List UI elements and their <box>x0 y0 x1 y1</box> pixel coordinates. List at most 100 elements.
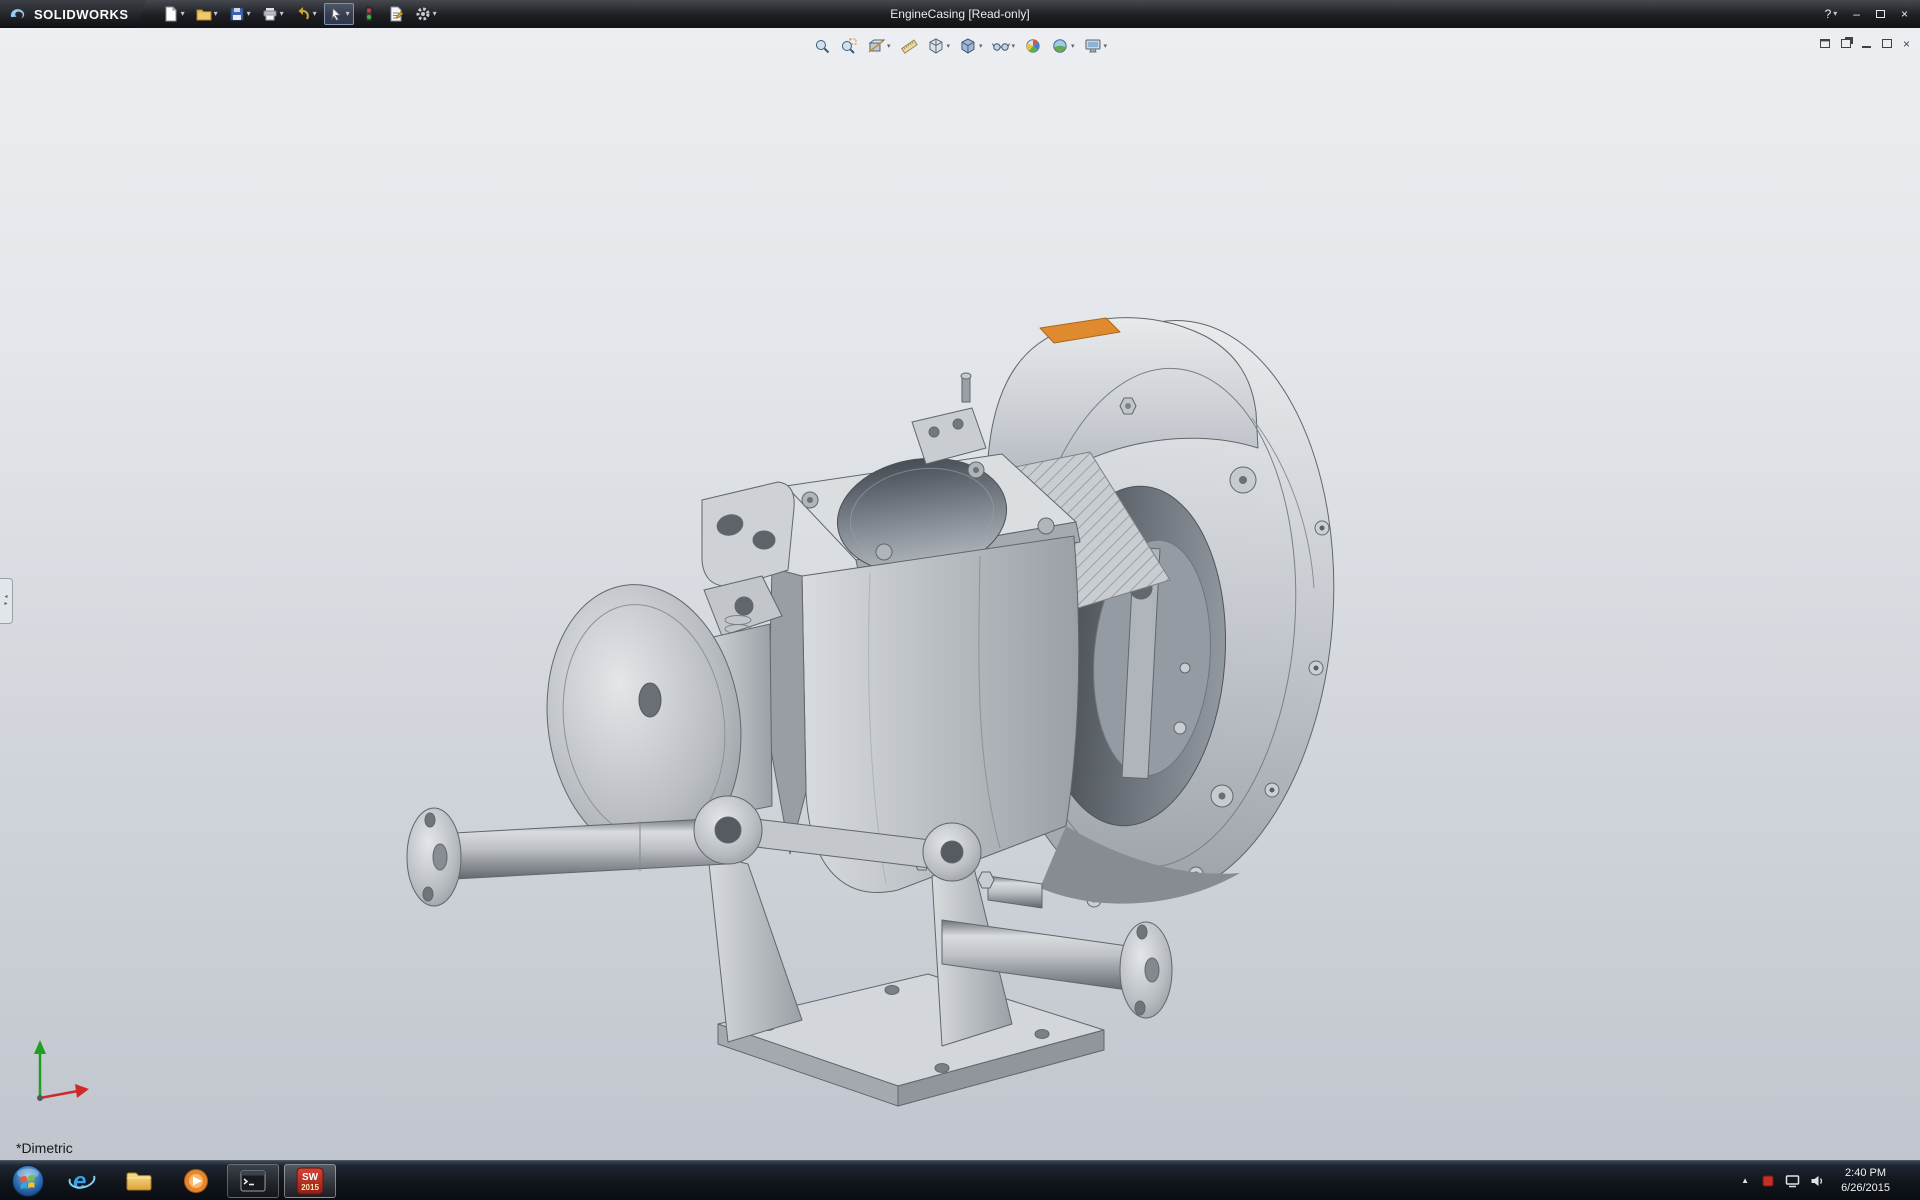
clock-date: 6/26/2015 <box>1841 1181 1890 1195</box>
solidworks-2015-icon: SW 2015 <box>296 1167 324 1195</box>
model-left-shaft[interactable] <box>407 808 726 906</box>
open-button[interactable]: ▾ <box>192 3 222 25</box>
help-icon: ? <box>1825 7 1832 21</box>
windows-start-icon <box>11 1164 45 1198</box>
command-prompt-icon <box>240 1170 266 1192</box>
show-hidden-icons-button[interactable]: ▲ <box>1739 1176 1751 1185</box>
help-button[interactable]: ? ▾ <box>1825 7 1838 21</box>
feature-manager-collapsed-tab[interactable]: ◂ ▸ <box>0 578 13 624</box>
taskbar-windows-explorer[interactable] <box>113 1164 165 1198</box>
dassault-3ds-logo-icon <box>8 6 28 22</box>
svg-text:2015: 2015 <box>301 1183 319 1192</box>
zoom-to-area-icon <box>840 37 858 55</box>
save-button[interactable]: ▾ <box>225 3 255 25</box>
windows-taskbar: e <box>0 1160 1920 1200</box>
hide-show-items-button[interactable]: ▾ <box>991 36 1017 56</box>
apply-scene-globe-icon <box>1051 37 1069 55</box>
edit-appearance-sphere-icon <box>1024 37 1042 55</box>
cascade-windows-icon <box>1841 39 1851 48</box>
save-floppy-icon <box>229 6 245 22</box>
taskbar-media-player[interactable] <box>170 1164 222 1198</box>
open-folder-icon <box>196 6 212 22</box>
print-icon <box>262 6 278 22</box>
print-button[interactable]: ▾ <box>258 3 288 25</box>
apply-scene-button[interactable]: ▾ <box>1050 36 1076 56</box>
restore-document-button[interactable] <box>1882 37 1892 51</box>
graphics-viewport[interactable]: ▾ ▾ ▾ ▾ ▾ <box>0 28 1920 1160</box>
undo-icon <box>295 6 311 22</box>
dropdown-caret[interactable]: ▾ <box>214 10 218 18</box>
view-orientation-cube-icon <box>926 37 944 55</box>
restore-icon <box>1876 10 1885 18</box>
display-style-button[interactable]: ▾ <box>958 36 984 56</box>
dropdown-caret[interactable]: ▾ <box>1071 43 1075 50</box>
dropdown-caret[interactable]: ▾ <box>313 10 317 18</box>
dropdown-caret[interactable]: ▾ <box>346 10 350 18</box>
zoom-to-area-button[interactable] <box>839 36 859 56</box>
view-orientation-label: *Dimetric <box>16 1140 73 1156</box>
clock-time: 2:40 PM <box>1841 1166 1890 1180</box>
solidworks-window: SOLIDWORKS ▾ ▾ ▾ ▾ ▾ <box>0 0 1920 1200</box>
dropdown-caret[interactable]: ▾ <box>433 10 437 18</box>
restore-button[interactable] <box>1876 10 1885 18</box>
zoom-to-fit-icon <box>813 37 831 55</box>
tile-windows-button[interactable] <box>1820 37 1830 51</box>
heads-up-view-toolbar: ▾ ▾ ▾ ▾ ▾ <box>812 36 1108 56</box>
collapse-panel-icon: ▸ <box>4 601 7 608</box>
x-axis-arrow <box>40 1091 78 1098</box>
reference-triad <box>20 1034 100 1114</box>
file-properties-icon <box>388 6 404 22</box>
options-gear-icon <box>415 6 431 22</box>
tile-windows-icon <box>1820 39 1830 48</box>
dropdown-caret[interactable]: ▾ <box>247 10 251 18</box>
view-orientation-button[interactable]: ▾ <box>925 36 951 56</box>
taskbar-command-prompt[interactable] <box>227 1164 279 1198</box>
new-document-button[interactable]: ▾ <box>159 3 189 25</box>
taskbar-clock[interactable]: 2:40 PM 6/26/2015 <box>1835 1166 1896 1195</box>
view-settings-button[interactable]: ▾ <box>1083 36 1109 56</box>
dropdown-caret[interactable]: ▾ <box>280 10 284 18</box>
system-tray: ▲ 2:40 PM 6/26/2015 <box>1739 1161 1920 1200</box>
close-document-button[interactable]: × <box>1903 37 1910 51</box>
undo-button[interactable]: ▾ <box>291 3 321 25</box>
dropdown-caret[interactable]: ▾ <box>946 43 950 50</box>
tray-solidworks-icon[interactable] <box>1761 1174 1775 1188</box>
dropdown-caret[interactable]: ▾ <box>887 43 891 50</box>
window-controls: ? ▾ – × <box>1825 7 1920 21</box>
edit-appearance-button[interactable] <box>1023 36 1043 56</box>
close-button[interactable]: × <box>1901 7 1908 21</box>
expand-panel-icon: ◂ <box>4 594 7 601</box>
restore-document-icon <box>1882 39 1892 48</box>
hide-show-glasses-icon <box>992 37 1010 55</box>
section-view-button[interactable]: ▾ <box>866 36 892 56</box>
display-style-cube-icon <box>959 37 977 55</box>
section-view-icon <box>867 37 885 55</box>
titlebar: SOLIDWORKS ▾ ▾ ▾ ▾ ▾ <box>0 0 1920 28</box>
options-button[interactable]: ▾ <box>411 3 441 25</box>
file-properties-button[interactable] <box>384 3 408 25</box>
network-icon[interactable] <box>1785 1174 1800 1188</box>
cascade-windows-button[interactable] <box>1841 36 1851 51</box>
document-window-controls: × <box>1820 36 1910 51</box>
dropdown-caret[interactable]: ▾ <box>181 10 185 18</box>
zoom-to-fit-button[interactable] <box>812 36 832 56</box>
engine-casing-model[interactable] <box>0 28 1920 1160</box>
taskbar-solidworks-2015[interactable]: SW 2015 <box>284 1164 336 1198</box>
dropdown-caret[interactable]: ▾ <box>1833 10 1837 18</box>
rebuild-button[interactable] <box>357 3 381 25</box>
solidworks-logo: SOLIDWORKS <box>0 0 147 28</box>
select-button[interactable]: ▾ <box>324 3 354 25</box>
taskbar-internet-explorer[interactable]: e <box>56 1164 108 1198</box>
rebuild-stoplight-icon <box>361 6 377 22</box>
measure-button[interactable] <box>898 36 918 56</box>
folder-icon <box>125 1169 153 1193</box>
dropdown-caret[interactable]: ▾ <box>979 43 983 50</box>
dropdown-caret[interactable]: ▾ <box>1104 43 1108 50</box>
dropdown-caret[interactable]: ▾ <box>1012 43 1016 50</box>
volume-icon[interactable] <box>1810 1174 1825 1188</box>
start-button[interactable] <box>0 1161 56 1200</box>
minimize-document-icon <box>1862 46 1871 48</box>
internet-explorer-icon: e <box>68 1167 96 1195</box>
minimize-document-button[interactable] <box>1862 37 1871 51</box>
minimize-button[interactable]: – <box>1853 7 1860 21</box>
